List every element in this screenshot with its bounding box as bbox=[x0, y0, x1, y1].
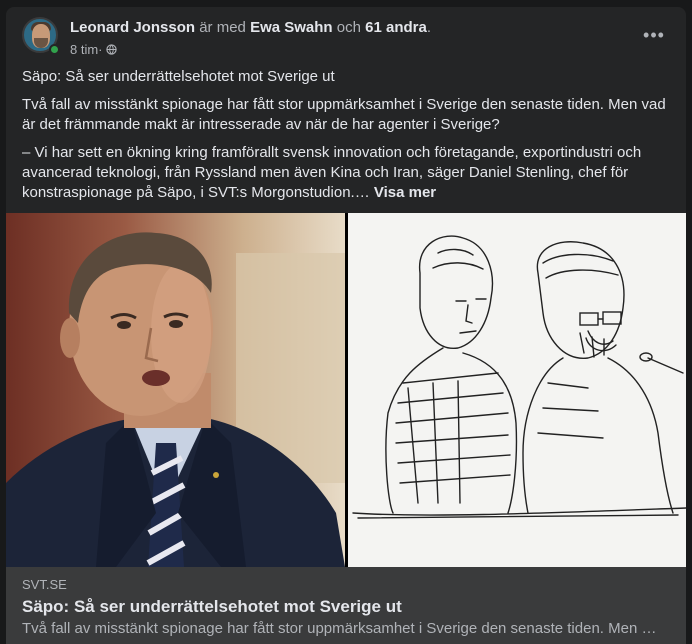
online-status-icon bbox=[49, 44, 60, 55]
more-icon: ••• bbox=[643, 24, 665, 45]
post-timestamp[interactable]: 8 tim bbox=[70, 42, 98, 57]
and-text: och bbox=[332, 19, 366, 36]
see-more-link[interactable]: Visa mer bbox=[374, 184, 436, 201]
author-name-link[interactable]: Leonard Jonsson bbox=[70, 19, 195, 36]
link-domain: SVT.SE bbox=[22, 577, 67, 592]
with-text: är med bbox=[195, 19, 251, 36]
post-paragraph-2: Två fall av misstänkt spionage har fått … bbox=[22, 96, 666, 133]
post-card: Leonard Jonsson är med Ewa Swahn och 61 … bbox=[6, 7, 686, 644]
link-description: Två fall av misstänkt spionage har fått … bbox=[22, 620, 657, 637]
post-body: Säpo: Så ser underrättelsehotet mot Sver… bbox=[22, 67, 670, 211]
post-paragraph-3-text: – Vi har sett en ökning kring framförall… bbox=[22, 144, 642, 201]
post-paragraph-3: – Vi har sett en ökning kring framförall… bbox=[22, 143, 670, 203]
link-preview[interactable]: SVT.SE Säpo: Så ser underrättelsehotet m… bbox=[6, 567, 686, 644]
tagged-user-link[interactable]: Ewa Swahn bbox=[250, 19, 333, 36]
period-text: . bbox=[426, 19, 431, 36]
post-header: Leonard Jonsson är med Ewa Swahn och 61 … bbox=[22, 17, 670, 61]
courtroom-sketch bbox=[348, 213, 686, 567]
others-link[interactable]: 61 andra bbox=[365, 19, 427, 36]
link-preview-image[interactable] bbox=[6, 213, 686, 567]
meta-separator: · bbox=[98, 42, 103, 57]
globe-icon[interactable] bbox=[105, 44, 117, 55]
more-options-button[interactable]: ••• bbox=[636, 21, 672, 49]
post-meta: 8 tim · bbox=[70, 42, 117, 57]
man-in-suit-illustration bbox=[6, 213, 345, 567]
courtroom-sketch-drawing bbox=[348, 213, 686, 567]
photo-man-in-suit bbox=[6, 213, 345, 567]
link-title[interactable]: Säpo: Så ser underrättelsehotet mot Sver… bbox=[22, 597, 402, 617]
post-paragraph-1: Säpo: Så ser underrättelsehotet mot Sver… bbox=[22, 68, 335, 85]
author-line: Leonard Jonsson är med Ewa Swahn och 61 … bbox=[70, 19, 431, 36]
